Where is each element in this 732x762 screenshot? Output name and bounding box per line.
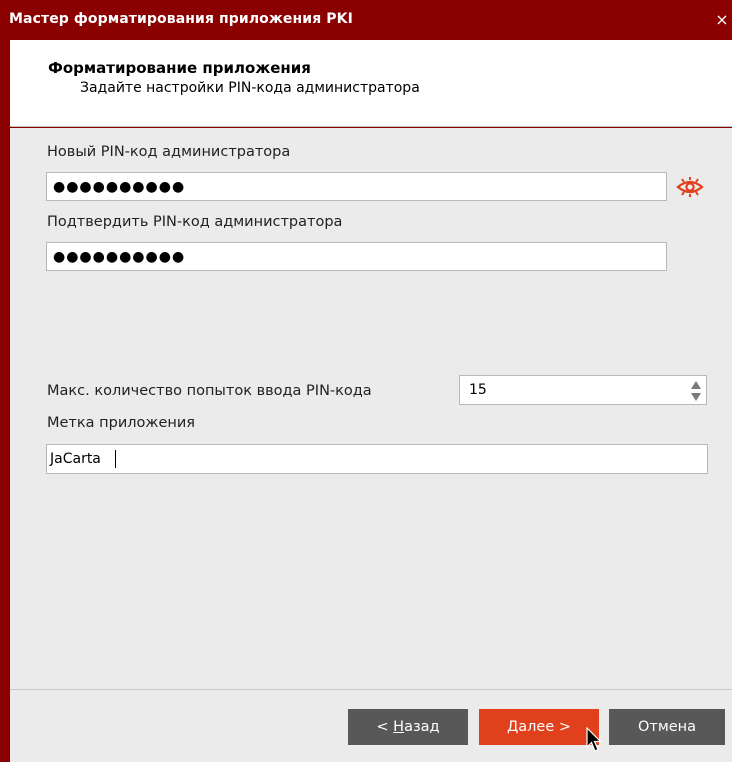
confirm-pin-mask: ●●●●●●●●●● [53, 249, 186, 265]
back-label-rest: азад [404, 719, 440, 735]
wizard-header: Форматирование приложения Задайте настро… [10, 40, 732, 127]
back-mnemonic: Н [393, 719, 405, 735]
window-title: Мастер форматирования приложения PKI [9, 11, 353, 27]
new-pin-input[interactable]: ●●●●●●●●●● [46, 172, 667, 201]
wizard-footer: < Назад Далее > Отмена [10, 689, 732, 762]
page-title: Форматирование приложения [48, 59, 311, 77]
next-button[interactable]: Далее > [479, 709, 599, 745]
max-attempts-label: Макс. количество попыток ввода PIN-кода [47, 383, 372, 399]
max-attempts-spinbox[interactable]: 15 [459, 375, 707, 405]
wizard-content: Новый PIN-код администратора ●●●●●●●●●● … [10, 128, 732, 689]
app-label-value: JaCarta [50, 451, 101, 467]
app-label-label: Метка приложения [47, 415, 195, 431]
title-bar: Мастер форматирования приложения PKI × [0, 0, 732, 40]
page-subtitle: Задайте настройки PIN-кода администратор… [80, 80, 420, 96]
new-pin-mask: ●●●●●●●●●● [53, 179, 186, 195]
text-caret [115, 450, 116, 468]
next-label-rest: алее > [518, 719, 572, 735]
close-button[interactable]: × [712, 10, 732, 30]
new-pin-label: Новый PIN-код администратора [47, 144, 291, 160]
next-mnemonic: Д [506, 719, 519, 735]
pointer-cursor-icon [586, 726, 602, 753]
eye-icon[interactable] [676, 176, 704, 198]
cancel-button[interactable]: Отмена [609, 709, 725, 745]
app-label-input[interactable]: JaCarta [46, 444, 708, 474]
confirm-pin-label: Подтвердить PIN-код администратора [47, 214, 343, 230]
spin-up-down-icon[interactable] [690, 379, 702, 403]
confirm-pin-input[interactable]: ●●●●●●●●●● [46, 242, 667, 271]
wizard-window: Мастер форматирования приложения PKI × Ф… [0, 0, 732, 762]
back-button[interactable]: < Назад [348, 709, 468, 745]
max-attempts-value: 15 [469, 382, 487, 398]
back-prefix: < [376, 719, 394, 735]
